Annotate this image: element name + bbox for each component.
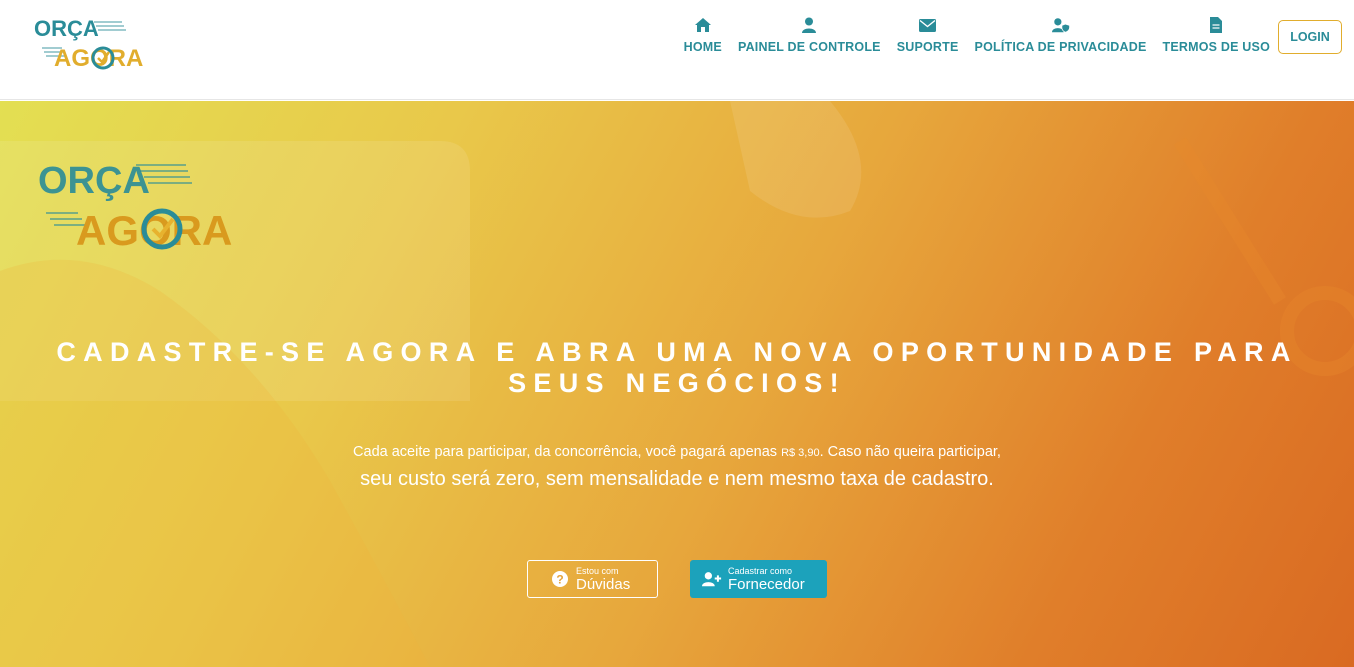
- svg-text:?: ?: [556, 573, 563, 587]
- envelope-icon: [919, 16, 937, 34]
- user-shield-icon: [1051, 16, 1070, 34]
- duvidas-button[interactable]: ? Estou com Dúvidas: [527, 560, 658, 598]
- brand-logo[interactable]: ORÇA AGORA: [32, 14, 152, 74]
- nav-politica-de-privacidade[interactable]: POLÍTICA DE PRIVACIDADE: [975, 16, 1147, 54]
- nav-termos-label: TERMOS DE USO: [1162, 40, 1270, 54]
- sub1-text-before: Cada aceite para participar, da concorrê…: [353, 444, 782, 460]
- nav-painel-de-controle[interactable]: PAINEL DE CONTROLE: [738, 16, 881, 54]
- fornecedor-big-label: Fornecedor: [728, 575, 805, 593]
- duvidas-big-label: Dúvidas: [576, 575, 631, 593]
- nav-termos-de-uso[interactable]: TERMOS DE USO: [1163, 16, 1270, 54]
- document-icon: [1207, 16, 1225, 34]
- svg-text:ORÇA: ORÇA: [38, 160, 150, 202]
- user-icon: [800, 16, 818, 34]
- user-plus-icon: [702, 569, 722, 589]
- hero-logo: ORÇA AGORA: [38, 160, 232, 254]
- hero-headline: CADASTRE-SE AGORA E ABRA UMA NOVA OPORTU…: [56, 337, 1298, 398]
- nav-home-label: HOME: [683, 40, 722, 54]
- nav-politica-label: POLÍTICA DE PRIVACIDADE: [974, 40, 1147, 54]
- site-header: ORÇA AGORA HOME PAINEL DE CONTROLE SUPOR…: [0, 0, 1354, 100]
- home-icon: [694, 16, 712, 34]
- fornecedor-small-label: Cadastrar como: [728, 565, 793, 576]
- nav-suporte-label: SUPORTE: [896, 40, 959, 54]
- duvidas-small-label: Estou com: [576, 565, 619, 576]
- cadastrar-fornecedor-button[interactable]: Cadastrar como Fornecedor: [690, 560, 827, 598]
- login-button[interactable]: LOGIN: [1278, 20, 1342, 54]
- nav-suporte[interactable]: SUPORTE: [897, 16, 959, 54]
- hero-subtitle-line1: Cada aceite para participar, da concorrê…: [0, 444, 1354, 460]
- nav-painel-label: PAINEL DE CONTROLE: [737, 40, 881, 54]
- price-text: R$ 3,90: [781, 447, 820, 459]
- question-circle-icon: ?: [550, 569, 570, 589]
- main-nav: HOME PAINEL DE CONTROLE SUPORTE POLÍTICA…: [684, 16, 1270, 54]
- duvidas-button-text: Estou com Dúvidas: [576, 565, 631, 593]
- hero-subtitle-line2: seu custo será zero, sem mensalidade e n…: [360, 468, 994, 490]
- nav-home[interactable]: HOME: [684, 16, 722, 54]
- fornecedor-button-text: Cadastrar como Fornecedor: [728, 565, 805, 593]
- sub1-text-after: . Caso não queira participar,: [819, 444, 1001, 460]
- svg-text:ORÇA: ORÇA: [34, 16, 99, 41]
- hero-section: ORÇA AGORA CADASTRE-SE AGORA E ABRA UMA …: [0, 101, 1354, 667]
